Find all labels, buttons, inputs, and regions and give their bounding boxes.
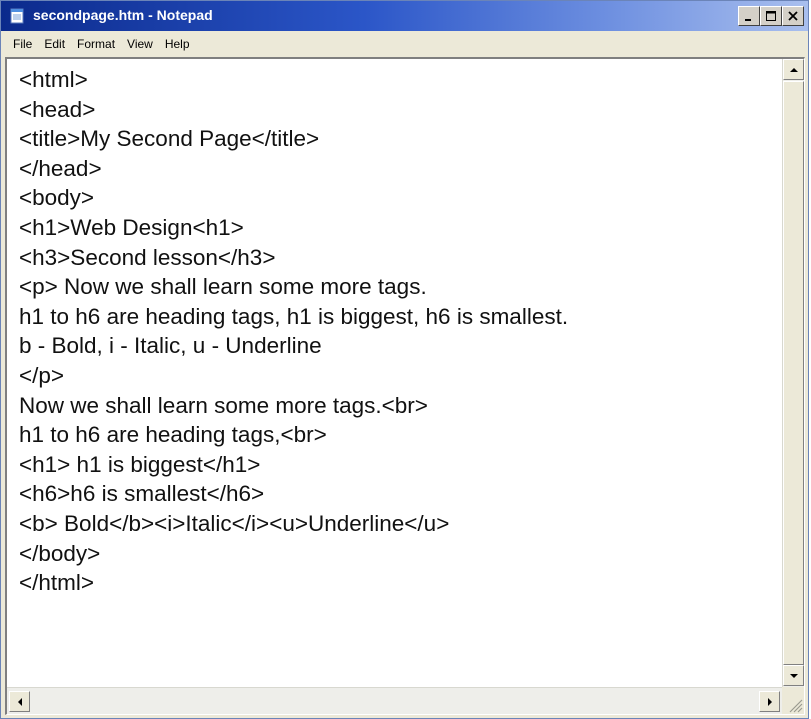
editor-line: <body> bbox=[19, 185, 95, 211]
notepad-window: secondpage.htm - Notepad File Edit Forma… bbox=[0, 0, 809, 719]
close-button[interactable] bbox=[782, 6, 804, 26]
scroll-down-button[interactable] bbox=[783, 665, 804, 686]
vertical-scrollbar[interactable] bbox=[782, 59, 804, 687]
minimize-button[interactable] bbox=[738, 6, 760, 26]
scroll-right-button[interactable] bbox=[759, 691, 780, 712]
arrow-left-icon bbox=[18, 698, 22, 706]
editor-line: <p> Now we shall learn some more tags. bbox=[19, 274, 427, 300]
scroll-left-button[interactable] bbox=[9, 691, 30, 712]
editor-line: <html> bbox=[19, 67, 88, 92]
maximize-button[interactable] bbox=[760, 6, 782, 26]
window-title: secondpage.htm - Notepad bbox=[33, 7, 213, 23]
editor-line: h1 to h6 are heading tags, h1 is biggest… bbox=[19, 303, 569, 329]
editor-line: <h6>h6 is smallest</h6> bbox=[19, 481, 265, 507]
scroll-up-button[interactable] bbox=[783, 59, 804, 80]
editor-line: Now we shall learn some more tags.<br> bbox=[19, 392, 428, 418]
editor-line: <h1> h1 is biggest</h1> bbox=[19, 451, 261, 477]
arrow-right-icon bbox=[768, 698, 772, 706]
editor-line: <b> Bold</b><i>Italic</i><u>Underline</u… bbox=[19, 510, 450, 536]
arrow-up-icon bbox=[790, 68, 798, 72]
vertical-scroll-thumb[interactable] bbox=[783, 81, 804, 665]
resize-grip-icon bbox=[789, 699, 803, 713]
text-editor[interactable]: <html> <head> <title>My Second Page</tit… bbox=[5, 57, 805, 715]
editor-line: h1 to h6 are heading tags,<br> bbox=[19, 422, 327, 448]
editor-line: <h1>Web Design<h1> bbox=[19, 214, 244, 240]
notepad-icon bbox=[9, 8, 25, 24]
caption-buttons bbox=[738, 6, 804, 28]
menu-help[interactable]: Help bbox=[159, 34, 196, 54]
editor-line: </body> bbox=[19, 540, 101, 566]
arrow-down-icon bbox=[790, 674, 798, 678]
minimize-icon bbox=[745, 19, 751, 21]
editor-line: </head> bbox=[19, 155, 102, 181]
menu-view[interactable]: View bbox=[121, 34, 159, 54]
close-icon bbox=[788, 11, 798, 21]
horizontal-scrollbar[interactable] bbox=[7, 687, 783, 714]
editor-line: <h3>Second lesson</h3> bbox=[19, 244, 276, 270]
menu-file[interactable]: File bbox=[7, 34, 38, 54]
menu-bar: File Edit Format View Help bbox=[1, 31, 808, 57]
editor-line: </html> bbox=[19, 570, 95, 596]
editor-line: b - Bold, i - Italic, u - Underline bbox=[19, 333, 322, 359]
menu-format[interactable]: Format bbox=[71, 34, 121, 54]
resize-grip[interactable] bbox=[782, 687, 804, 714]
editor-text-area[interactable]: <html> <head> <title>My Second Page</tit… bbox=[19, 65, 771, 685]
editor-line: <title>My Second Page</title> bbox=[19, 126, 320, 152]
menu-edit[interactable]: Edit bbox=[38, 34, 71, 54]
editor-line: <head> bbox=[19, 96, 96, 122]
maximize-icon bbox=[766, 11, 776, 21]
title-bar[interactable]: secondpage.htm - Notepad bbox=[1, 1, 808, 31]
editor-line: </p> bbox=[19, 362, 65, 388]
